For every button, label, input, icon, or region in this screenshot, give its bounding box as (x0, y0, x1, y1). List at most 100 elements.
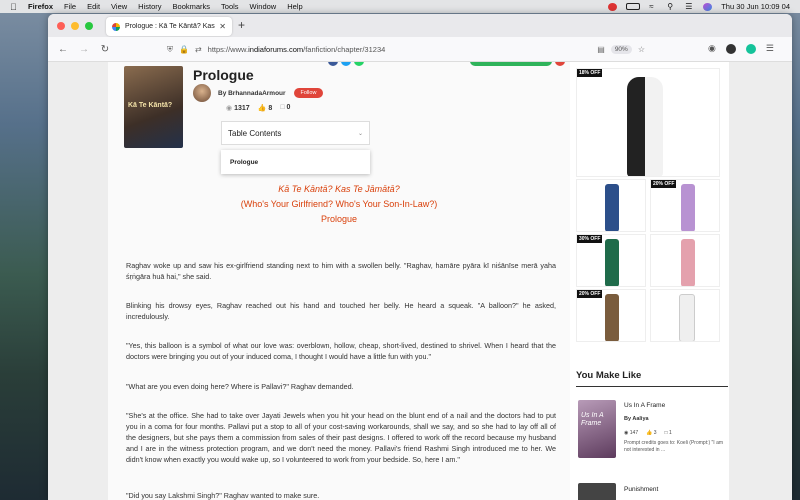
ad-image-white-dress[interactable] (650, 289, 720, 342)
lock-icon[interactable]: 🔒 (179, 45, 189, 54)
clock[interactable]: Thu 30 Jun 10:09 04 (721, 2, 790, 11)
card-cover-title: Us In A Frame (581, 412, 604, 427)
creative-cloud-icon[interactable] (608, 2, 618, 11)
red-action-icon[interactable] (555, 62, 565, 66)
paragraph: Raghav woke up and saw his ex-girlfriend… (126, 261, 556, 281)
menu-bookmarks[interactable]: Bookmarks (173, 2, 211, 11)
discount-badge: 20% OFF (577, 290, 603, 298)
nav-bar: ← → ↻ ⛨ 🔒 ⇄ https://www. indiaforums.com /… (48, 37, 792, 62)
menu-edit[interactable]: Edit (87, 2, 100, 11)
sidebar-heading: You Make Like (576, 370, 642, 381)
ad-image-main[interactable]: 18% OFF (576, 68, 720, 177)
card-views: ◉ 147 (624, 430, 639, 436)
model-figure (605, 184, 619, 231)
heading-chapter: Prologue (320, 214, 358, 224)
ad-image-blue-dress[interactable] (576, 179, 646, 232)
story-stats: ◉ 1317 👍 8 □ 0 (226, 104, 290, 112)
new-tab-button[interactable]: + (238, 18, 245, 32)
menu-file[interactable]: File (64, 2, 76, 11)
battery-icon[interactable] (626, 3, 641, 10)
facebook-share-icon[interactable] (328, 62, 338, 66)
pocket-icon[interactable]: ◉ (708, 43, 716, 54)
story-cover[interactable]: Kā Te Kāntā? (124, 66, 183, 148)
model-figure (605, 239, 619, 286)
paragraph: "What are you even doing here? Where is … (126, 382, 354, 391)
paragraph: Blinking his drowsy eyes, Raghav reached… (126, 301, 556, 321)
macos-menubar:  Firefox File Edit View History Bookmar… (0, 0, 800, 13)
toc-label: Table Contents (228, 128, 282, 138)
grammarly-icon[interactable] (745, 43, 756, 54)
likes-stat: 👍 8 (257, 105, 273, 112)
table-contents-dropdown[interactable]: Table Contents ⌄ (221, 121, 370, 145)
follow-button[interactable]: Follow (293, 88, 324, 98)
menu-window[interactable]: Window (250, 2, 277, 11)
thumbs-up-icon: 👍 (257, 105, 267, 112)
url-path: /fanfiction/chapter/31234 (303, 45, 386, 54)
back-icon[interactable]: ← (57, 44, 69, 55)
menu-history[interactable]: History (138, 2, 161, 11)
tab-bar: Prologue : Kā Te Kāntā? Kas Te Jā ✕ + (48, 14, 792, 37)
control-center-icon[interactable]: ☰ (685, 2, 694, 11)
permissions-icon[interactable]: ⇄ (195, 45, 202, 54)
ad-image-green-dress[interactable]: 30% OFF (576, 234, 646, 287)
menu-help[interactable]: Help (287, 2, 302, 11)
address-bar[interactable]: ⛨ 🔒 ⇄ https://www. indiaforums.com/fanfic… (167, 41, 651, 58)
tab-prologue[interactable]: Prologue : Kā Te Kāntā? Kas Te Jā ✕ (106, 17, 232, 36)
ad-image-print-dress[interactable]: 20% OFF (576, 289, 646, 342)
card-title[interactable]: Punishment (624, 486, 658, 493)
menu-icon[interactable]: ☰ (766, 43, 774, 54)
card-title[interactable]: Us In A Frame (624, 402, 665, 409)
model-figure (681, 239, 695, 286)
siri-icon[interactable] (703, 2, 713, 11)
menu-app[interactable]: Firefox (28, 2, 53, 11)
reader-view-icon[interactable]: ▤ (597, 45, 605, 54)
shield-icon[interactable]: ⛨ (167, 45, 173, 55)
favicon-icon (112, 22, 120, 31)
bookmark-star-icon[interactable]: ☆ (638, 45, 645, 54)
green-action-button[interactable] (470, 62, 552, 66)
avatar[interactable] (193, 84, 211, 102)
zoom-level[interactable]: 90% (610, 45, 632, 54)
left-gutter (48, 62, 108, 500)
model-figure (605, 294, 619, 341)
toolbar-extensions: ◉ ☰ (708, 43, 774, 54)
twitter-share-icon[interactable] (341, 62, 351, 66)
card-likes: 👍 3 (646, 430, 657, 436)
menu-tools[interactable]: Tools (221, 2, 239, 11)
apple-icon[interactable]:  (10, 2, 20, 12)
close-window-button[interactable] (57, 21, 65, 30)
page-title: Prologue (193, 67, 254, 83)
toc-item-prologue[interactable]: Prologue (221, 150, 370, 174)
discount-badge: 30% OFF (577, 235, 603, 243)
chevron-down-icon: ⌄ (357, 130, 363, 137)
wifi-icon[interactable]: ≈ (649, 2, 658, 11)
share-buttons (328, 62, 364, 66)
whatsapp-share-icon[interactable] (354, 62, 364, 66)
model-figure (627, 77, 663, 176)
ad-image-pink-set[interactable] (650, 234, 720, 287)
card-author[interactable]: By Aaliya (624, 416, 649, 422)
menu-view[interactable]: View (111, 2, 127, 11)
page-content: Kā Te Kāntā? Prologue By BrhannadaArmour… (48, 62, 792, 500)
model-figure (679, 294, 695, 341)
forward-icon[interactable]: → (78, 44, 90, 55)
card-cover-us-in-a-frame[interactable]: Us In A Frame (578, 400, 616, 458)
ad-image-lilac-dress[interactable]: 20% OFF (650, 179, 720, 232)
url-host: indiaforums.com (248, 45, 304, 54)
reload-icon[interactable]: ↻ (99, 44, 111, 55)
window-controls (57, 21, 93, 30)
zoom-window-button[interactable] (85, 21, 93, 30)
author-name[interactable]: By BrhannadaArmour (218, 90, 286, 97)
discount-badge: 18% OFF (577, 69, 603, 77)
paragraph: "She's at the office. She had to take ov… (126, 411, 556, 464)
heading-subtitle: (Who's Your Girlfriend? Who's Your Son-I… (240, 199, 438, 209)
url-prefix: https://www. (207, 45, 249, 54)
minimize-window-button[interactable] (71, 21, 79, 30)
paragraph: "Yes, this balloon is a symbol of what o… (126, 341, 556, 361)
card-cover-punishment[interactable] (578, 483, 616, 500)
adblock-icon[interactable] (725, 43, 736, 54)
search-icon[interactable]: ⚲ (667, 2, 676, 11)
browser-window: Prologue : Kā Te Kāntā? Kas Te Jā ✕ + ← … (48, 14, 792, 500)
article: Kā Te Kāntā? Prologue By BrhannadaArmour… (108, 62, 570, 500)
close-tab-icon[interactable]: ✕ (219, 22, 226, 31)
